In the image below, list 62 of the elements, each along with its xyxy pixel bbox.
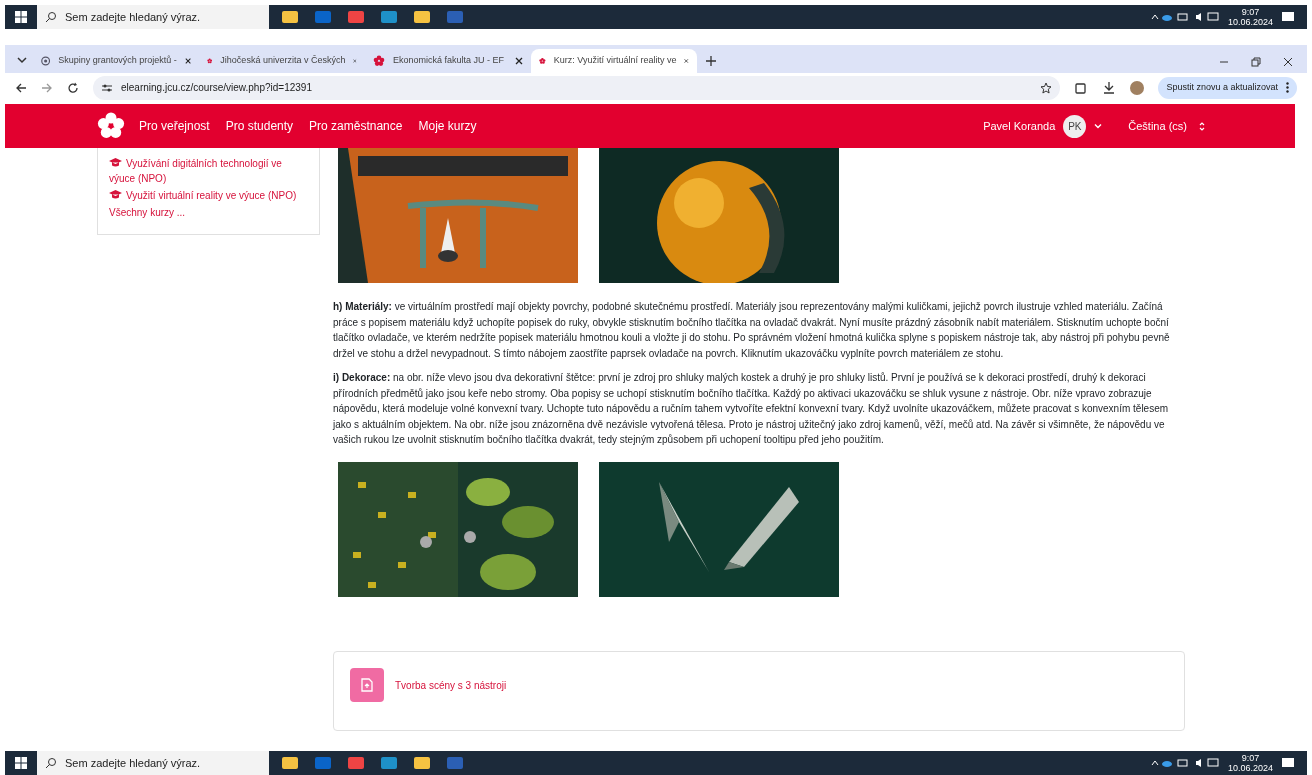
paragraph: h) Materiály: ve virtuálním prostředí mají objekty povrchy, podobné skutečnému prostředí. Materiály jsou reprezentovány malými kuličkami, jejichž povrch ilustruje vzhled materiálu. Začíná práce s popisem materiálu když uchopíte popisek do ruky, obvykle stisknutím bočního tlačítka na ovladač dvakrát. Nyní musíte prázdný zásobník nabít materiálem. Stisknutím uchopte boční tlačítko ovladače, ve kterém nedržíte popisek materiálu hmotnou kouli a vložte ji do stohu. Po správném vložení hmotná kulička splyne s popiskem nástroje tak, aby nástroj při pohybu pevně držel ve stohu a držel nevypadnout. S tímto nábojem zaostříte paprsek ovladače na povrch. Kliknutím ukazováčku vyplníte povrch materiálem ze stohu. <box>333 300 1171 361</box>
app-icon[interactable] <box>413 9 431 25</box>
system-tray-icon[interactable] <box>1149 757 1220 769</box>
language-selector[interactable]: Čeština (cs) <box>1128 117 1205 135</box>
extension-icon[interactable] <box>1074 80 1089 95</box>
notification-icon[interactable] <box>1281 10 1295 24</box>
course-link[interactable]: Využívání digitálních technologií ve výuce (NPO) <box>109 156 308 186</box>
user-avatar[interactable]: PK <box>1063 114 1087 138</box>
update-button[interactable]: Spustit znovu a aktualizovat <box>1158 76 1297 99</box>
flower-icon <box>539 55 546 67</box>
app-icon[interactable] <box>347 755 365 771</box>
graduation-cap-icon <box>109 190 122 199</box>
file-icon <box>361 677 373 692</box>
all-courses-link[interactable]: Všechny kurzy ... <box>109 205 308 220</box>
logo-icon[interactable] <box>97 112 125 140</box>
user-name[interactable]: Pavel Koranda <box>983 117 1056 135</box>
clock-date: 10.06.2024 <box>1227 17 1273 27</box>
nav-link[interactable]: Pro studenty <box>225 117 294 135</box>
browser-tab[interactable]: Ekonomická fakulta JU - EF <box>365 49 531 73</box>
close-icon[interactable] <box>515 57 523 65</box>
browser-tab[interactable]: Skupiny grantových projektů - <box>33 49 199 73</box>
search-icon <box>45 757 57 769</box>
graduation-cap-icon <box>109 158 122 167</box>
app-icon[interactable] <box>347 9 365 25</box>
browser-tab[interactable]: Kurz: Využití virtuální reality ve <box>531 49 697 73</box>
address-bar[interactable]: elearning.jcu.cz/course/view.php?id=12391 <box>93 75 1061 100</box>
close-icon[interactable] <box>184 57 191 65</box>
app-icon[interactable] <box>281 755 299 771</box>
restore-icon[interactable] <box>1251 57 1261 67</box>
app-icon[interactable] <box>281 9 299 25</box>
back-icon[interactable] <box>15 81 27 94</box>
sort-icon <box>1199 121 1205 131</box>
search-field[interactable]: Sem zadejte hledaný výraz. <box>37 751 269 775</box>
notification-icon[interactable] <box>1281 756 1295 770</box>
globe-icon <box>41 55 51 67</box>
app-icon[interactable] <box>380 9 398 25</box>
close-icon[interactable] <box>1283 57 1293 67</box>
app-icon[interactable] <box>380 755 398 771</box>
nav-link[interactable]: Pro zaměstnance <box>309 117 403 135</box>
search-icon <box>45 11 57 23</box>
download-icon[interactable] <box>1102 80 1117 95</box>
app-icon[interactable] <box>413 755 431 771</box>
reload-icon[interactable] <box>67 81 79 94</box>
windows-icon <box>15 757 27 769</box>
flower-icon <box>373 55 385 67</box>
course-link[interactable]: Využití virtuální reality ve výuce (NPO) <box>109 188 308 203</box>
forward-icon[interactable] <box>41 81 53 94</box>
clock-date: 10.06.2024 <box>1227 763 1273 773</box>
clock-time: 9:07 <box>1241 753 1260 763</box>
profile-avatar[interactable] <box>1130 80 1145 95</box>
system-tray-icon[interactable] <box>1149 11 1220 23</box>
nav-link[interactable]: Pro veřejnost <box>139 117 210 135</box>
activity-link[interactable]: Tvorba scény s 3 nástroji <box>395 677 507 693</box>
clock-time: 9:07 <box>1241 7 1260 17</box>
search-field[interactable]: Sem zadejte hledaný výraz. <box>37 5 269 29</box>
chevron-down-icon[interactable] <box>1094 122 1103 130</box>
more-icon <box>1286 82 1289 93</box>
nav-link[interactable]: Moje kurzy <box>418 117 477 135</box>
browser-tab[interactable]: Jihočeská univerzita v Českých <box>199 49 365 73</box>
star-icon[interactable] <box>1040 81 1053 94</box>
paragraph: i) Dekorace: na obr. níže vlevo jsou dva dekorativní štětce: první je zdroj pro shluky malých kostek a druhý je pro shluky listů. První je používá se k dekoraci prostředí, druhý k dekoraci přírodních předmětů jako jsou keře nebo stromy. Oba popisy se uchopí stisknutím bočního tlačítka. Každý po aktivaci ukazováčku se shluk vysune z nástroje. Obr. níže vpravo zobrazuje nápovědu, která modeluje volné konvexní tvary. Uchopte tuto nápovědu a ručním tahem vytvoříte efektní konvexní tvary. Když uvolníte ukazováčkem, můžete pracovat s konvexním tělesem jako s aktuálním objektem. Na obr. níže jsou znázorněna dvě nezávisle vytvořená tělesa. Proto je nástroj užitečný jako zdroj kamenů, věží, mečů atd. Na závěr si všimněte, že nápovědu ve vašich rukou lze uvolnit stisknutím bočního tlačítka dvakrát, tedy stejným způsobem při uchopení tooltipu před jeho použitím. <box>333 371 1170 447</box>
windows-icon <box>15 11 27 23</box>
